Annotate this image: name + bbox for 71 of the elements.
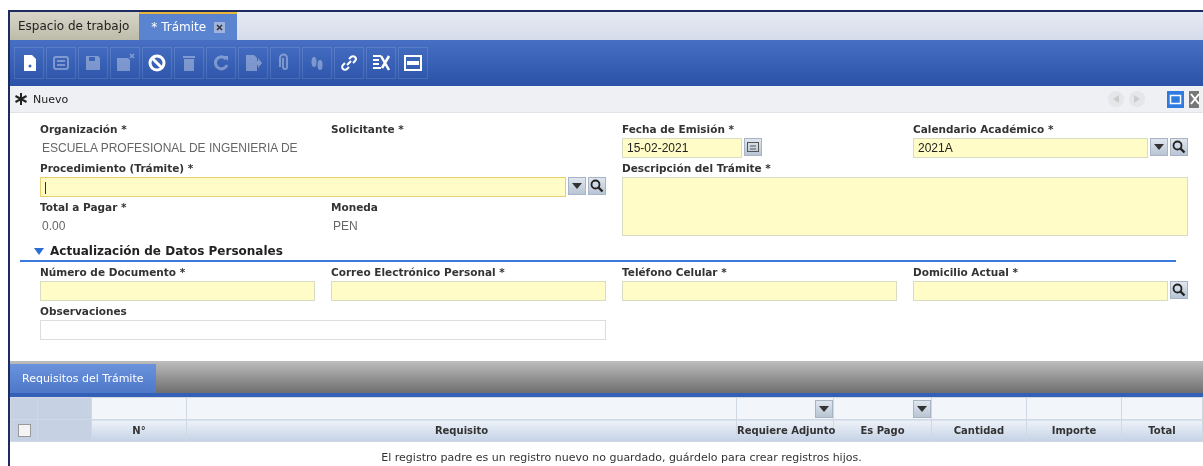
tab[interactable]: Requisitos del Trámite xyxy=(10,364,156,393)
input-field[interactable] xyxy=(331,281,606,301)
maximize-icon[interactable] xyxy=(1167,90,1184,108)
dropdown-button[interactable] xyxy=(568,177,586,195)
calendar-icon xyxy=(747,142,759,152)
asterisk-icon xyxy=(14,92,28,106)
field-label: Total a Pagar * xyxy=(40,201,128,213)
caret-icon xyxy=(1154,144,1164,150)
search-icon xyxy=(590,179,604,193)
calendar-button[interactable] xyxy=(744,138,762,156)
column-header[interactable]: Total xyxy=(1148,425,1176,436)
link-button[interactable] xyxy=(334,47,364,79)
field-label: Correo Electrónico Personal * xyxy=(331,266,506,278)
column-header[interactable]: N° xyxy=(132,425,146,436)
field-label: Moneda xyxy=(331,201,379,213)
tools-icon xyxy=(371,53,391,73)
close-icon[interactable] xyxy=(1189,90,1199,108)
field-value: ESCUELA PROFESIONAL DE INGENIERIA DE xyxy=(41,140,299,157)
input-field[interactable] xyxy=(40,320,606,340)
prohibited-icon xyxy=(147,53,167,73)
close-icon[interactable] xyxy=(214,21,226,33)
search-button[interactable] xyxy=(588,177,606,195)
record-status: Nuevo xyxy=(33,92,69,106)
field-value: PEN xyxy=(332,218,359,235)
right-arrow-icon xyxy=(1134,95,1140,103)
caret-icon xyxy=(819,405,829,412)
select-all-checkbox[interactable] xyxy=(17,424,31,437)
input-field[interactable] xyxy=(40,281,315,301)
search-button[interactable] xyxy=(1170,281,1188,299)
input-field[interactable]: 15-02-2021 xyxy=(622,138,742,158)
empty-message: El registro padre es un registro nuevo no guardado, guárdelo para crear registros hijos. xyxy=(381,451,862,464)
left-arrow-icon xyxy=(1113,95,1119,103)
export-icon xyxy=(243,53,263,73)
filter-dropdown[interactable] xyxy=(913,399,931,418)
field-label: Número de Documento * xyxy=(40,266,187,278)
toggle-button[interactable] xyxy=(398,47,428,79)
field-label: Calendario Académico * xyxy=(913,123,1055,135)
tools-button[interactable] xyxy=(366,47,396,79)
filter-dropdown[interactable] xyxy=(815,399,833,418)
field-label: Observaciones xyxy=(40,305,128,317)
tab[interactable]: * Trámite xyxy=(139,12,238,40)
input-field[interactable] xyxy=(622,281,897,301)
input-field[interactable] xyxy=(913,281,1168,301)
field-value: 0.00 xyxy=(41,218,67,235)
caret-icon xyxy=(34,247,44,255)
list-icon xyxy=(51,53,71,73)
text-area[interactable] xyxy=(622,177,1188,236)
caret-icon xyxy=(917,405,927,412)
refresh-icon xyxy=(211,53,231,73)
search-icon xyxy=(1172,140,1186,154)
input-field[interactable] xyxy=(40,177,566,197)
field-label: Procedimiento (Trámite) * xyxy=(40,162,195,174)
caret-icon xyxy=(572,183,582,189)
input-field[interactable]: 2021A xyxy=(913,138,1148,158)
tab[interactable]: Espacio de trabajo xyxy=(10,12,140,40)
field-label: Domicilio Actual * xyxy=(913,266,1020,278)
window-icon xyxy=(403,53,423,73)
field-label: Descripción del Trámite * xyxy=(622,162,772,174)
search-icon xyxy=(1172,283,1186,297)
field-label: Fecha de Emisión * xyxy=(622,123,735,135)
column-header[interactable]: Requisito xyxy=(434,425,489,436)
floppy-disk-icon xyxy=(115,53,135,73)
section-header[interactable]: Actualización de Datos Personales xyxy=(20,244,1176,262)
field-label: Solicitante * xyxy=(331,123,405,135)
search-button[interactable] xyxy=(1170,138,1188,156)
new-button[interactable] xyxy=(14,47,44,79)
dropdown-button[interactable] xyxy=(1150,138,1168,156)
field-label: Organización * xyxy=(40,123,128,135)
field-label: Teléfono Celular * xyxy=(622,266,728,278)
ignore-button[interactable] xyxy=(142,47,172,79)
link-icon xyxy=(339,53,359,73)
